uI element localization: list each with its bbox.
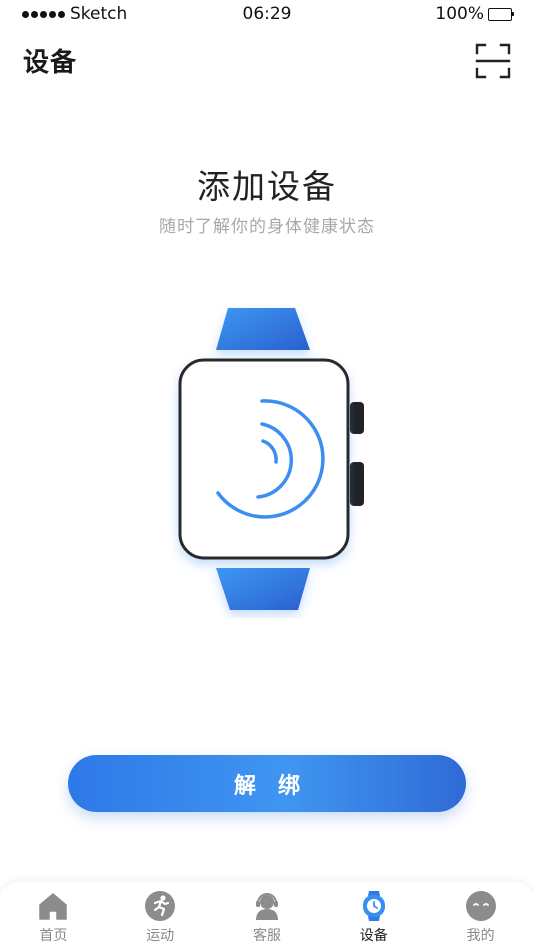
bottom-tab-bar: 首页 运动 客服 设备 我的 — [0, 882, 534, 950]
customer-service-icon — [251, 890, 283, 922]
tab-sports[interactable]: 运动 — [107, 882, 214, 950]
status-bar: Sketch 06:29 100% — [0, 0, 534, 30]
unbind-button-label: 解 绑 — [233, 772, 309, 798]
battery-icon — [488, 7, 514, 21]
hero-title: 添加设备 — [197, 167, 337, 206]
page-title: 设备 — [23, 48, 78, 78]
tab-device[interactable]: 设备 — [320, 882, 427, 950]
home-icon — [37, 890, 69, 922]
tab-customer-service[interactable]: 客服 — [214, 882, 321, 950]
unbind-button[interactable]: 解 绑 — [68, 755, 466, 812]
scan-frame-icon[interactable] — [474, 42, 512, 80]
running-icon — [144, 890, 176, 922]
watch-icon — [358, 890, 390, 922]
tab-home[interactable]: 首页 — [0, 882, 107, 950]
tab-label: 我的 — [466, 928, 495, 944]
hero-subtitle: 随时了解你的身体健康状态 — [159, 217, 375, 237]
tab-label: 设备 — [359, 928, 388, 944]
tab-label: 客服 — [252, 928, 281, 944]
tab-profile[interactable]: 我的 — [427, 882, 534, 950]
profile-face-icon — [465, 890, 497, 922]
tab-label: 首页 — [39, 928, 68, 944]
tab-label: 运动 — [146, 928, 175, 944]
battery-percent: 100% — [435, 4, 484, 24]
battery-group: 100% — [435, 4, 514, 24]
smartwatch-icon — [150, 300, 390, 620]
